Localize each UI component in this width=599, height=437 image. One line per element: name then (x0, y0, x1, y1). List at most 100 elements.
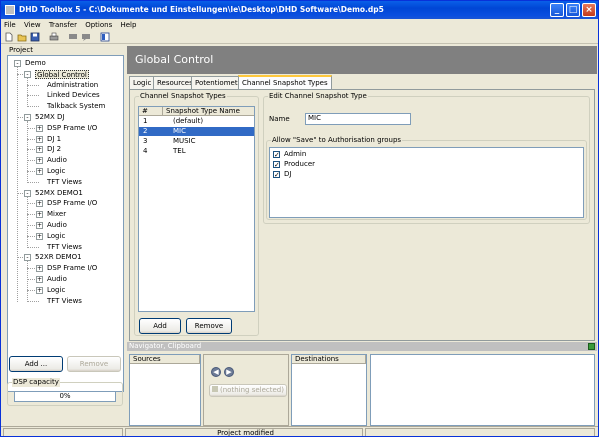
table-row[interactable]: 1 (default) (139, 117, 254, 126)
tree-item[interactable]: Audio (47, 221, 67, 230)
tree-item[interactable]: Audio (47, 156, 67, 165)
name-field[interactable]: MIC (305, 113, 411, 125)
expand-icon[interactable]: + (36, 135, 43, 143)
tree-item[interactable]: Talkback System (47, 102, 105, 111)
dsp-capacity-value: 0% (59, 392, 71, 400)
destinations-list[interactable]: Destinations (291, 354, 367, 426)
tree-item[interactable]: Audio (47, 275, 67, 284)
expand-icon[interactable]: + (36, 265, 43, 273)
expand-icon[interactable]: + (36, 157, 43, 165)
expand-icon[interactable]: + (36, 232, 43, 240)
group-label: DJ (284, 170, 292, 178)
project-tree[interactable]: - Demo - Global Control Administration Linked… (7, 55, 124, 392)
collapse-icon[interactable]: - (24, 189, 31, 197)
col-header-number[interactable]: # (139, 107, 163, 116)
tree-item[interactable]: DSP Frame I/O (47, 124, 97, 133)
destinations-header: Destinations (292, 355, 366, 364)
navigator-controls: ◀ ▶ (nothing selected) (203, 354, 289, 426)
open-icon[interactable] (17, 32, 27, 42)
tree-item[interactable]: TFT Views (47, 178, 82, 187)
save-icon[interactable] (30, 32, 40, 42)
tree-item[interactable]: Demo (25, 59, 46, 68)
print-icon[interactable] (49, 32, 59, 42)
arrow-right-icon[interactable]: ▶ (224, 367, 234, 377)
snapshot-types-list[interactable]: # Snapshot Type Name 1 (default) 2 MIC 3 MUSI… (138, 106, 255, 312)
table-row[interactable]: 2 MIC (139, 127, 254, 136)
status-bar: Project modified (1, 426, 598, 436)
tree-item[interactable]: 52MX DJ (35, 113, 64, 122)
tree-item[interactable]: Logic (47, 232, 65, 241)
row-number: 1 (143, 117, 148, 125)
collapse-icon[interactable]: - (24, 70, 31, 78)
minimize-icon[interactable]: _ (550, 3, 564, 17)
menu-bar: File View Transfer Options Help (1, 19, 598, 31)
message-icon[interactable] (81, 32, 91, 42)
table-row[interactable]: 3 MUSIC (139, 137, 254, 146)
pin-icon[interactable] (588, 343, 595, 350)
add-snapshot-button[interactable]: Add (139, 318, 181, 334)
tree-item[interactable]: TFT Views (47, 297, 82, 306)
tree-item[interactable]: DSP Frame I/O (47, 264, 97, 273)
tree-connector (27, 77, 28, 108)
tree-item[interactable]: Logic (47, 286, 65, 295)
table-row[interactable]: 4 TEL (139, 147, 254, 156)
remove-snapshot-button[interactable]: Remove (186, 318, 232, 334)
authorisation-label: Allow "Save" to Authorisation groups (271, 136, 403, 145)
tree-item[interactable]: Linked Devices (47, 91, 100, 100)
clipboard-area[interactable] (370, 354, 595, 426)
new-icon[interactable] (4, 32, 14, 42)
collapse-icon[interactable]: - (14, 60, 21, 67)
remove-device-button[interactable]: Remove (67, 356, 121, 372)
tree-connector (27, 84, 39, 86)
tree-item[interactable]: DJ 2 (47, 145, 61, 154)
clipboard-icon (212, 386, 219, 392)
menu-options[interactable]: Options (85, 21, 112, 29)
page-title: Global Control (127, 46, 597, 74)
navigator-title: Navigator, Clipboard (127, 342, 597, 351)
expand-icon[interactable]: + (36, 286, 43, 294)
menu-help[interactable]: Help (120, 21, 136, 29)
tree-item[interactable]: 52XR DEMO1 (35, 253, 82, 262)
tree-item[interactable]: 52MX DEMO1 (35, 189, 83, 198)
menu-file[interactable]: File (4, 21, 16, 29)
tree-item[interactable]: Mixer (47, 210, 66, 219)
col-header-name[interactable]: Snapshot Type Name (163, 107, 254, 116)
channel-snapshot-panel: Channel Snapshot Types # Snapshot Type N… (129, 89, 595, 341)
group-checkbox[interactable]: ✓ (273, 171, 280, 179)
tree-item[interactable]: Logic (47, 167, 65, 176)
maximize-icon[interactable]: □ (566, 3, 580, 17)
tree-item[interactable]: DSP Frame I/O (47, 199, 97, 208)
layout-icon[interactable] (100, 32, 110, 42)
expand-icon[interactable]: + (36, 124, 43, 132)
add-device-button[interactable]: Add ... (9, 356, 63, 372)
tree-item[interactable]: DJ 1 (47, 135, 61, 144)
tab-logic[interactable]: Logic (129, 76, 156, 89)
tree-item[interactable]: TFT Views (47, 243, 82, 252)
expand-icon[interactable]: + (36, 276, 43, 283)
authorisation-group: Allow "Save" to Authorisation groups ✓ Ad… (266, 136, 587, 220)
expand-icon[interactable]: + (36, 146, 43, 154)
expand-icon[interactable]: + (36, 200, 43, 208)
message-icon[interactable] (68, 32, 78, 42)
nothing-selected-button[interactable]: (nothing selected) (209, 384, 287, 397)
expand-icon[interactable]: + (36, 222, 43, 229)
expand-icon[interactable]: + (36, 168, 43, 175)
tree-item[interactable]: Global Control (35, 69, 89, 79)
expand-icon[interactable]: + (36, 211, 43, 219)
arrow-left-icon[interactable]: ◀ (211, 367, 221, 377)
close-icon[interactable]: × (582, 3, 596, 17)
group-checkbox[interactable]: ✓ (273, 151, 280, 159)
menu-view[interactable]: View (24, 21, 41, 29)
collapse-icon[interactable]: - (24, 114, 31, 121)
tab-channel-snapshot-types[interactable]: Channel Snapshot Types (238, 75, 332, 90)
tree-connector (27, 300, 39, 302)
dsp-capacity-label: DSP capacity (12, 378, 60, 387)
main-window: DHD Toolbox 5 - C:\Dokumente und Einstel… (0, 0, 599, 437)
sources-list[interactable]: Sources (129, 354, 201, 426)
project-label: Project (9, 46, 33, 54)
collapse-icon[interactable]: - (24, 254, 31, 262)
group-checkbox[interactable]: ✓ (273, 161, 280, 169)
menu-transfer[interactable]: Transfer (49, 21, 77, 29)
authorisation-list[interactable]: ✓ Admin ✓ Producer ✓ DJ (269, 147, 584, 218)
tree-item[interactable]: Administration (47, 81, 98, 90)
